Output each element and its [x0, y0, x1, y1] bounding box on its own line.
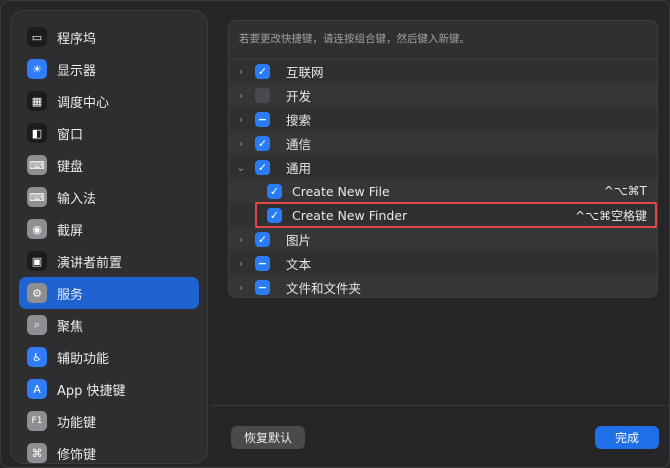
shortcut-keys[interactable]: ^⌥⌘空格键: [575, 207, 647, 224]
category-name: 开发: [286, 88, 312, 104]
sidebar-item-label: 程序坞: [57, 31, 97, 47]
sidebar-item[interactable]: F1 功能键: [19, 405, 199, 437]
command-key-icon: ⌘: [27, 443, 47, 463]
presenter-icon: ▣: [27, 251, 47, 271]
category-name: 通用: [286, 160, 312, 176]
chevron-right-icon[interactable]: ›: [233, 233, 249, 246]
checkbox[interactable]: ✓: [255, 159, 270, 175]
service-category-row[interactable]: › ✓ 通信: [229, 131, 657, 155]
sidebar-item-label: 调度中心: [57, 95, 110, 111]
sidebar-item[interactable]: ☀ 显示器: [19, 53, 199, 85]
sidebar-item-label: 演讲者前置: [57, 255, 123, 271]
sidebar-item[interactable]: ▭ 程序坞: [19, 21, 199, 53]
display-brightness-icon: ☀: [27, 59, 47, 79]
service-row[interactable]: ✓ Create New Finder ^⌥⌘空格键: [229, 203, 657, 227]
service-category-row[interactable]: › − 搜索: [229, 107, 657, 131]
services-gear-icon: ⚙: [27, 283, 47, 303]
chevron-right-icon[interactable]: ›: [233, 89, 249, 102]
chevron-right-icon[interactable]: ›: [233, 65, 249, 78]
checkbox[interactable]: −: [255, 255, 270, 271]
app-store-icon: A: [27, 379, 47, 399]
sidebar-item-label: 键盘: [57, 159, 84, 175]
service-name: Create New File: [292, 183, 390, 199]
sidebar-item[interactable]: ⌘ 修饰键: [19, 437, 199, 463]
chevron-right-icon[interactable]: ›: [233, 137, 249, 150]
sidebar-item-label: 功能键: [57, 415, 97, 431]
restore-defaults-button[interactable]: 恢复默认: [231, 426, 305, 449]
service-row[interactable]: ✓ Create New File ^⌥⌘T: [229, 179, 657, 203]
sidebar-item-label: 聚焦: [57, 319, 84, 335]
service-category-row[interactable]: › 开发: [229, 83, 657, 107]
sidebar-item-label: 服务: [57, 287, 84, 303]
sidebar-item[interactable]: ▦ 调度中心: [19, 85, 199, 117]
sidebar-item-label: 截屏: [57, 223, 84, 239]
accessibility-icon: ♿: [27, 347, 47, 367]
checkbox[interactable]: ✓: [267, 207, 282, 223]
mission-control-icon: ▦: [27, 91, 47, 111]
chevron-right-icon[interactable]: ›: [233, 281, 249, 294]
sidebar-item[interactable]: ⌨ 键盘: [19, 149, 199, 181]
service-category-row[interactable]: › ✓ 互联网: [229, 59, 657, 83]
services-panel: 若要更改快捷键，请连按组合键，然后键入新键。 › ✓ 互联网 › 开发 › − 搜索 › ✓ 通信 ⌄…: [228, 20, 658, 298]
checkbox[interactable]: −: [255, 279, 270, 295]
input-method-icon: ⌨: [27, 187, 47, 207]
category-name: 文件和文件夹: [286, 280, 362, 296]
sidebar-item-label: 辅助功能: [57, 351, 110, 367]
service-category-row[interactable]: › ✓ 图片: [229, 227, 657, 251]
keyboard-icon: ⌨: [27, 155, 47, 175]
function-key-icon: F1: [27, 411, 47, 431]
screenshot-camera-icon: ◉: [27, 219, 47, 239]
checkbox[interactable]: −: [255, 111, 270, 127]
category-name: 图片: [286, 232, 312, 248]
checkbox[interactable]: [255, 87, 270, 103]
sidebar-item[interactable]: ⚙ 服务: [19, 277, 199, 309]
chevron-down-icon[interactable]: ⌄: [233, 161, 249, 174]
checkbox[interactable]: ✓: [255, 231, 270, 247]
category-name: 互联网: [286, 64, 324, 80]
dock-icon: ▭: [27, 27, 47, 47]
checkbox[interactable]: ✓: [267, 183, 282, 199]
service-category-row[interactable]: › − 文本: [229, 251, 657, 275]
spotlight-search-icon: ⌕: [27, 315, 47, 335]
window-icon: ◧: [27, 123, 47, 143]
sidebar: ▭ 程序坞 ☀ 显示器 ▦ 调度中心 ◧ 窗口 ⌨ 键盘 ⌨ 输入法 ◉ 截屏 ▣ 演讲者前置 ⚙ 服务 ⌕ 聚焦 ♿ 辅…: [10, 10, 208, 464]
chevron-right-icon[interactable]: ›: [233, 113, 249, 126]
service-category-row[interactable]: › − 文件和文件夹: [229, 275, 657, 297]
category-name: 通信: [286, 136, 312, 152]
service-name: Create New Finder: [292, 207, 408, 223]
sidebar-item[interactable]: ⌕ 聚焦: [19, 309, 199, 341]
category-name: 搜索: [286, 112, 312, 128]
sidebar-item[interactable]: ♿ 辅助功能: [19, 341, 199, 373]
checkbox[interactable]: ✓: [255, 135, 270, 151]
done-button[interactable]: 完成: [595, 426, 659, 449]
sidebar-item[interactable]: ⌨ 输入法: [19, 181, 199, 213]
chevron-right-icon[interactable]: ›: [233, 257, 249, 270]
checkbox[interactable]: ✓: [255, 63, 270, 79]
footer-divider: [211, 405, 669, 406]
service-category-row[interactable]: ⌄ ✓ 通用: [229, 155, 657, 179]
sidebar-item-label: 显示器: [57, 63, 97, 79]
sidebar-item-label: 窗口: [57, 127, 84, 143]
instruction-text: 若要更改快捷键，请连按组合键，然后键入新键。: [239, 33, 470, 45]
shortcut-keys[interactable]: ^⌥⌘T: [604, 184, 647, 198]
sidebar-item[interactable]: ◉ 截屏: [19, 213, 199, 245]
category-name: 文本: [286, 256, 312, 272]
sidebar-item[interactable]: ◧ 窗口: [19, 117, 199, 149]
sidebar-item[interactable]: A App 快捷键: [19, 373, 199, 405]
sidebar-item-label: App 快捷键: [57, 383, 126, 399]
sidebar-item[interactable]: ▣ 演讲者前置: [19, 245, 199, 277]
keyboard-shortcuts-window: ▭ 程序坞 ☀ 显示器 ▦ 调度中心 ◧ 窗口 ⌨ 键盘 ⌨ 输入法 ◉ 截屏 ▣ 演讲者前置 ⚙ 服务 ⌕ 聚焦 ♿ 辅…: [0, 0, 670, 468]
sidebar-item-label: 输入法: [57, 191, 97, 207]
sidebar-item-label: 修饰键: [57, 447, 97, 463]
